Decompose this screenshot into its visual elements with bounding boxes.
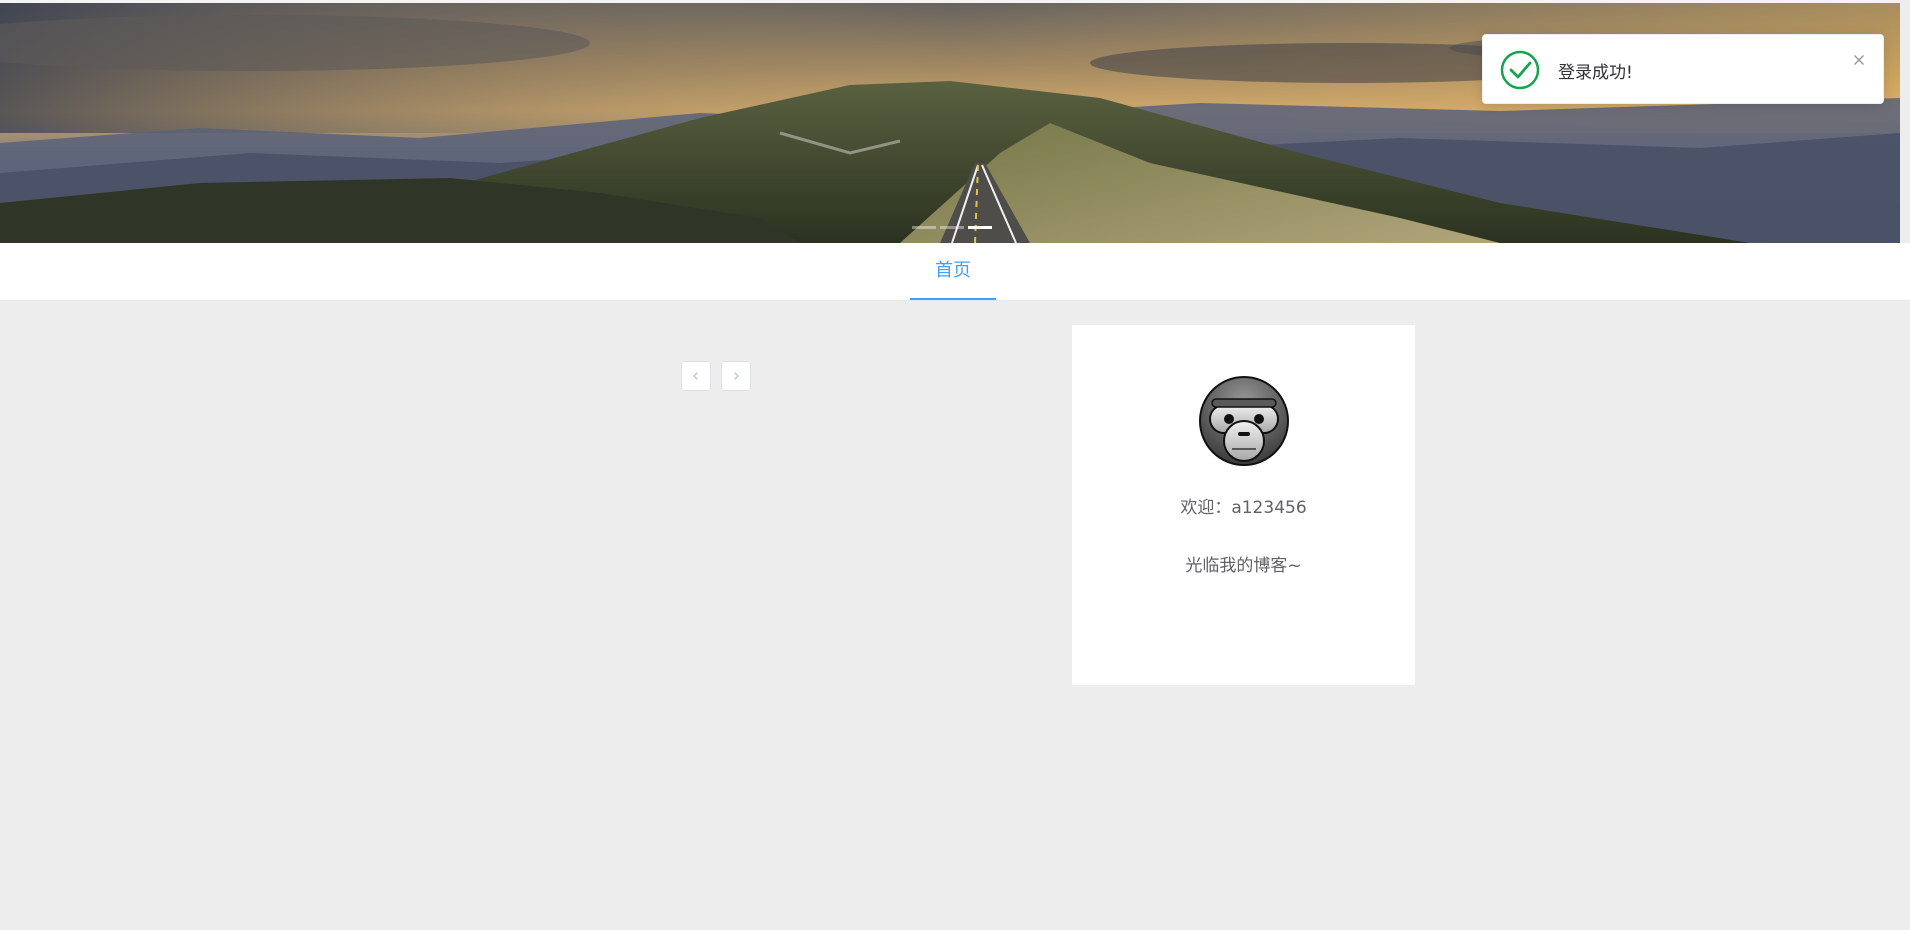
banner-edge	[1900, 0, 1910, 243]
welcome-subtext: 光临我的博客~	[1185, 556, 1302, 576]
monkey-avatar-icon	[1199, 376, 1289, 466]
prev-page-button[interactable]	[681, 361, 711, 391]
pagination	[681, 361, 751, 391]
carousel-indicator[interactable]	[912, 226, 936, 229]
chevron-left-icon	[693, 372, 698, 380]
carousel-indicator[interactable]	[940, 226, 964, 229]
toast-message: 登录成功!	[1558, 63, 1633, 83]
chevron-right-icon	[734, 372, 739, 380]
welcome-text: 欢迎：a123456	[1180, 498, 1307, 518]
success-check-icon	[1500, 50, 1540, 90]
next-page-button[interactable]	[721, 361, 751, 391]
carousel-indicator-active[interactable]	[968, 226, 992, 229]
profile-card: 欢迎：a123456 光临我的博客~	[1072, 325, 1415, 685]
success-toast: 登录成功!	[1482, 34, 1884, 104]
tab-home[interactable]: 首页	[910, 243, 996, 300]
close-icon[interactable]	[1851, 52, 1867, 68]
carousel-indicators	[912, 226, 992, 229]
nav-bar: 首页	[0, 243, 1910, 301]
